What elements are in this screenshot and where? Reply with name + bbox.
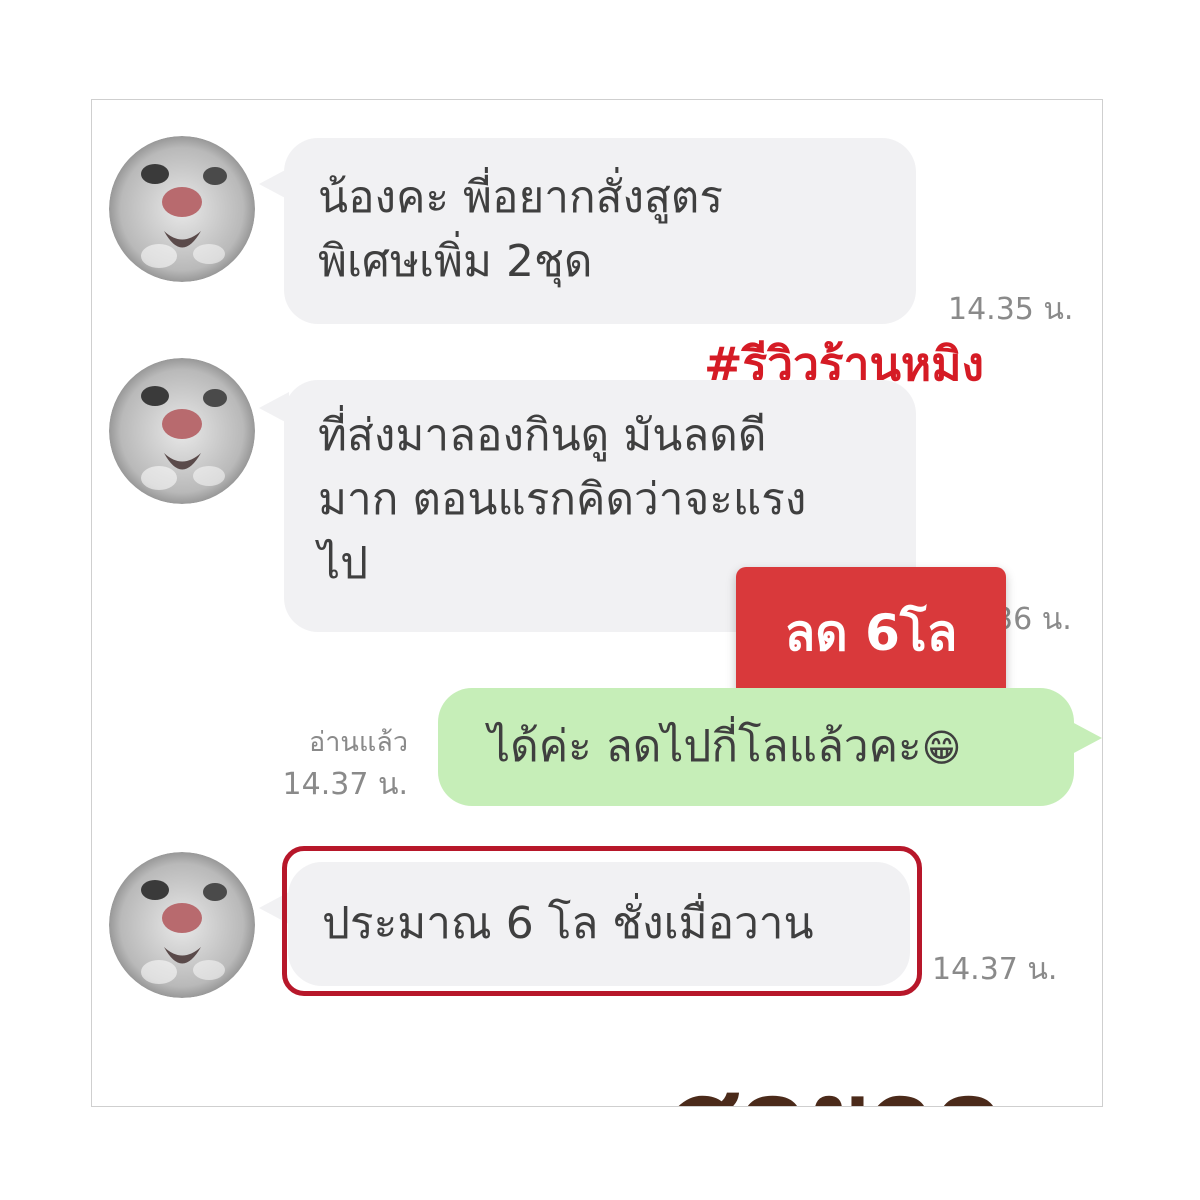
outgoing-message-bubble[interactable]: ได้ค่ะ ลดไปกี่โลแล้วคะ😁 [438,688,1074,806]
avatar[interactable] [109,358,255,504]
sticker-text: สุดยอด [672,1034,1005,1106]
message-timestamp: 14.35 น. [948,292,1074,327]
message-line: น้องคะ พี่อยากสั่งสูตร [318,172,724,223]
cat-face-avatar-icon [109,136,255,282]
cat-face-avatar-icon [109,852,255,998]
page: น้องคะ พี่อยากสั่งสูตร พิเศษเพิ่ม 2ชุด 1… [0,0,1200,1200]
message-text: ได้ค่ะ ลดไปกี่โลแล้วคะ [488,721,922,772]
message-content: ได้ค่ะ ลดไปกี่โลแล้วคะ😁 [488,715,1040,780]
grinning-emoji-icon: 😁 [921,726,962,770]
read-label: อ่านแล้ว [309,727,408,758]
chat-screenshot-frame: น้องคะ พี่อยากสั่งสูตร พิเศษเพิ่ม 2ชุด 1… [91,99,1103,1107]
message-line: ที่ส่งมาลองกินดู มันลดดี [318,410,767,461]
message-line: มาก ตอนแรกคิดว่าจะแรง [318,474,807,525]
read-receipt: อ่านแล้ว 14.37 น. [242,722,408,806]
incoming-message-bubble[interactable]: น้องคะ พี่อยากสั่งสูตร พิเศษเพิ่ม 2ชุด [284,138,916,324]
avatar[interactable] [109,852,255,998]
avatar[interactable] [109,136,255,282]
message-timestamp: 14.37 น. [932,952,1058,987]
cat-face-avatar-icon [109,358,255,504]
highlight-box [282,846,922,996]
message-timestamp: 14.37 น. [282,767,408,802]
weight-loss-badge: ลด 6โล [736,567,1006,699]
message-line: พิเศษเพิ่ม 2ชุด [318,236,593,287]
bubble-tail [1072,722,1102,754]
